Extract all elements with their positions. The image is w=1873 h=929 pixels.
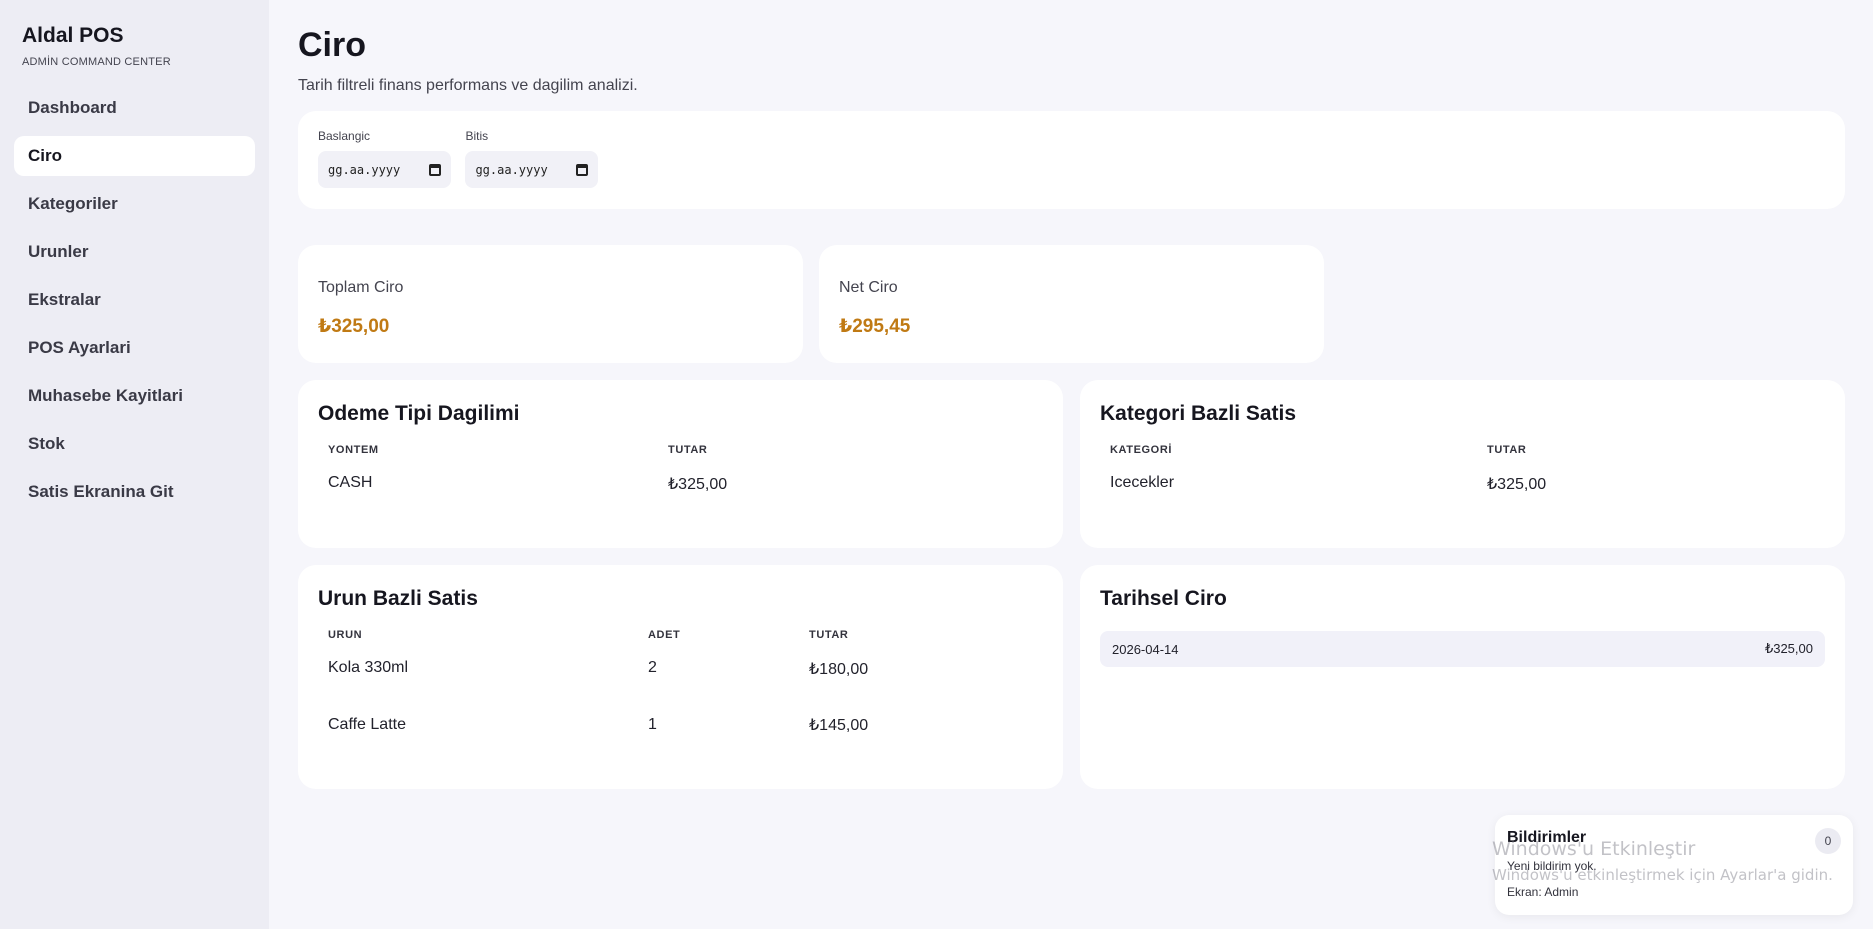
panel-title: Urun Bazli Satis <box>318 587 478 610</box>
payment-table: YONTEM TUTAR CASH ₺325,00 <box>318 444 1043 512</box>
date-filter-card: Baslangic gg.aa.yyyy Bitis gg.aa.yyyy <box>298 111 1845 209</box>
calendar-icon[interactable] <box>576 163 589 176</box>
list-item: 2026-04-14 ₺325,00 <box>1100 631 1825 667</box>
table-row: CASH ₺325,00 <box>318 474 1043 512</box>
column-header: TUTAR <box>1487 444 1527 456</box>
table-cell: ₺325,00 <box>668 476 728 493</box>
sidebar: Aldal POS ADMİN COMMAND CENTER Dashboard… <box>0 0 269 929</box>
table-cell: 1 <box>648 716 657 733</box>
sidebar-item-muhasebe-kayitlari[interactable]: Muhasebe Kayitlari <box>14 376 255 416</box>
kpi-label: Net Ciro <box>839 279 898 296</box>
windows-activation-watermark: Windows'u Etkinleştir Windows'u etkinleş… <box>1492 838 1833 884</box>
page-subtitle: Tarih filtreli finans performans ve dagi… <box>298 77 638 94</box>
column-header: URUN <box>328 629 363 641</box>
start-date-input[interactable]: gg.aa.yyyy <box>318 151 451 188</box>
table-cell: ₺145,00 <box>809 717 869 734</box>
table-cell: 2 <box>648 659 657 676</box>
calendar-icon[interactable] <box>429 163 441 176</box>
column-header: ADET <box>648 629 681 641</box>
history-amount: ₺325,00 <box>1764 641 1813 656</box>
table-cell: Caffe Latte <box>328 716 406 733</box>
kpi-value: ₺295,45 <box>839 316 911 337</box>
brand-title: Aldal POS <box>22 24 124 47</box>
table-cell: Icecekler <box>1110 474 1175 491</box>
table-cell: CASH <box>328 474 373 491</box>
start-date-value: gg.aa.yyyy <box>328 162 401 177</box>
column-header: TUTAR <box>668 444 708 456</box>
sidebar-item-kategoriler[interactable]: Kategoriler <box>14 184 255 224</box>
watermark-line-1: Windows'u Etkinleştir <box>1492 838 1696 860</box>
category-table: KATEGORİ TUTAR Icecekler ₺325,00 <box>1100 444 1825 512</box>
end-date-label: Bitis <box>465 129 489 143</box>
main-content: Ciro Tarih filtreli finans performans ve… <box>298 0 1845 789</box>
kpi-toplam-ciro: Toplam Ciro ₺325,00 <box>298 245 803 363</box>
history-date: 2026-04-14 <box>1112 641 1179 657</box>
sidebar-item-dashboard[interactable]: Dashboard <box>14 88 255 128</box>
table-row: Icecekler ₺325,00 <box>1100 474 1825 512</box>
watermark-line-2: Windows'u etkinleştirmek için Ayarlar'a … <box>1492 866 1833 884</box>
historical-revenue-panel: Tarihsel Ciro 2026-04-14 ₺325,00 <box>1080 565 1845 789</box>
sidebar-item-ekstralar[interactable]: Ekstralar <box>14 280 255 320</box>
kpi-value: ₺325,00 <box>318 316 390 337</box>
column-header: KATEGORİ <box>1110 444 1173 456</box>
category-sales-panel: Kategori Bazli Satis KATEGORİ TUTAR Icec… <box>1080 380 1845 548</box>
table-row: Kola 330ml 2 ₺180,00 <box>318 659 1043 697</box>
kpi-net-ciro: Net Ciro ₺295,45 <box>819 245 1324 363</box>
end-date-field: Bitis gg.aa.yyyy <box>465 129 599 188</box>
brand-subtitle: ADMİN COMMAND CENTER <box>22 56 171 68</box>
panel-title: Tarihsel Ciro <box>1100 587 1227 610</box>
sidebar-item-urunler[interactable]: Urunler <box>14 232 255 272</box>
table-cell: ₺325,00 <box>1487 476 1547 493</box>
end-date-value: gg.aa.yyyy <box>475 162 548 177</box>
sidebar-item-satis-ekrani[interactable]: Satis Ekranina Git <box>14 472 255 512</box>
sidebar-item-ciro[interactable]: Ciro <box>14 136 255 176</box>
table-cell: Kola 330ml <box>328 659 409 676</box>
start-date-field: Baslangic gg.aa.yyyy <box>318 129 451 188</box>
sidebar-item-stok[interactable]: Stok <box>14 424 255 464</box>
sidebar-item-pos-ayarlari[interactable]: POS Ayarlari <box>14 328 255 368</box>
column-header: YONTEM <box>328 444 379 456</box>
column-header: TUTAR <box>809 629 849 641</box>
end-date-input[interactable]: gg.aa.yyyy <box>465 151 599 188</box>
notifications-screen-text: Ekran: Admin <box>1507 885 1579 899</box>
start-date-label: Baslangic <box>318 129 371 143</box>
product-sales-panel: Urun Bazli Satis URUN ADET TUTAR Kola 33… <box>298 565 1063 789</box>
panel-title: Kategori Bazli Satis <box>1100 402 1297 425</box>
product-table: URUN ADET TUTAR Kola 330ml 2 ₺180,00 Caf… <box>318 629 1043 753</box>
table-row: Caffe Latte 1 ₺145,00 <box>318 697 1043 753</box>
table-cell: ₺180,00 <box>809 661 869 678</box>
panel-title: Odeme Tipi Dagilimi <box>318 402 520 425</box>
kpi-label: Toplam Ciro <box>318 279 404 296</box>
payment-distribution-panel: Odeme Tipi Dagilimi YONTEM TUTAR CASH ₺3… <box>298 380 1063 548</box>
page-title: Ciro <box>298 26 366 64</box>
